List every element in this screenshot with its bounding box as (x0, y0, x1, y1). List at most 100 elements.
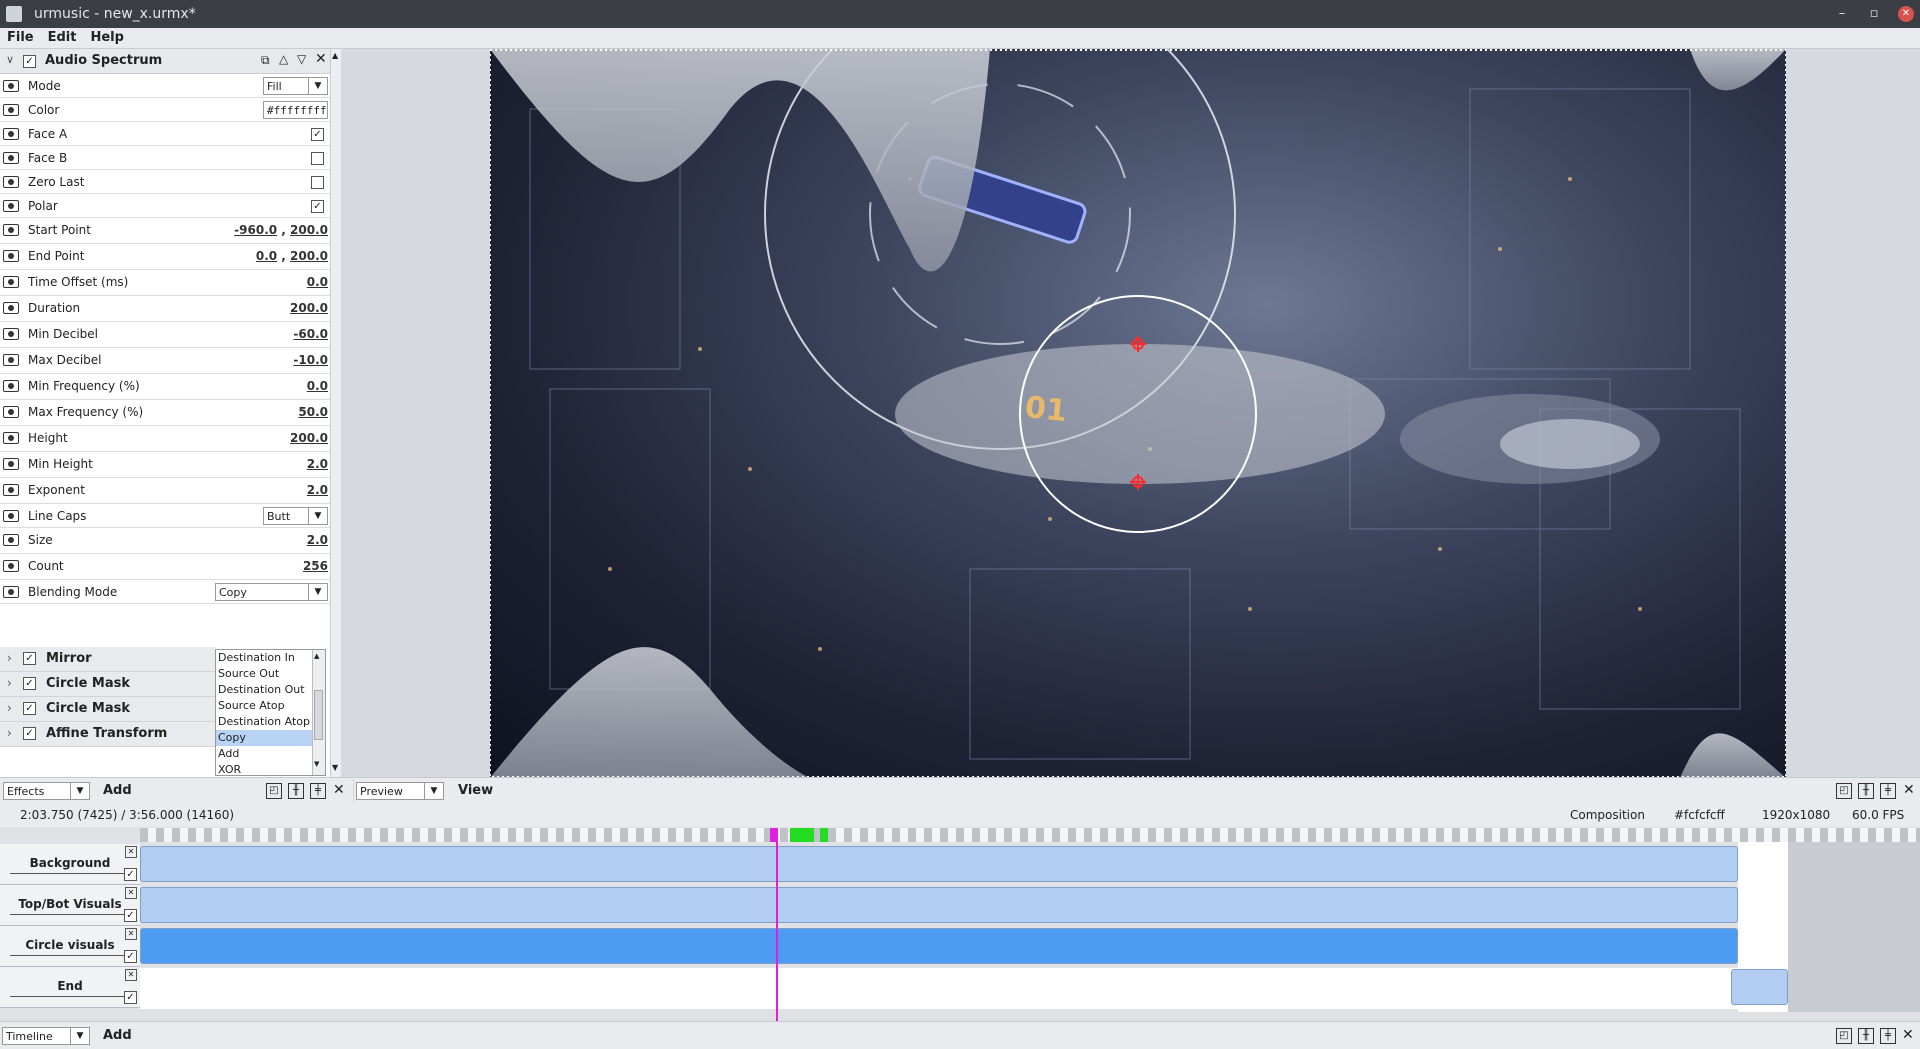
dropdown-scroll-thumb[interactable] (314, 690, 323, 740)
view-menu-button[interactable]: View (458, 783, 493, 798)
property-checkbox[interactable] (311, 152, 324, 165)
effects-scrollbar[interactable]: ▲ ▼ (330, 49, 341, 777)
sub-effect-checkbox[interactable]: ✓ (23, 677, 36, 690)
scroll-up-icon[interactable]: ▲ (314, 652, 319, 660)
keyframe-icon[interactable] (3, 128, 19, 140)
track-enabled-checkbox[interactable]: ✓ (124, 950, 137, 963)
close-track-icon[interactable]: ✕ (125, 887, 137, 899)
panel-dock-icon[interactable]: ◰ (266, 783, 282, 799)
keyframe-icon[interactable] (3, 586, 19, 598)
track-enabled-checkbox[interactable]: ✓ (124, 991, 137, 1004)
blend-mode-dropdown-list[interactable]: Destination In Source Out Destination Out S… (215, 649, 326, 776)
timeline-clip[interactable] (1731, 969, 1788, 1005)
timeline-dropdown[interactable]: Timeline ▼ (2, 1027, 90, 1045)
preview-dropdown[interactable]: Preview ▼ (356, 782, 444, 800)
keyframe-icon[interactable] (3, 200, 19, 212)
blend-option[interactable]: Destination Out (216, 682, 325, 698)
composition-label[interactable]: Composition (1570, 808, 1645, 822)
close-track-icon[interactable]: ✕ (125, 928, 137, 940)
track-enabled-checkbox[interactable]: ✓ (124, 868, 137, 881)
sub-effect-row[interactable]: › ✓ Circle Mask (0, 672, 215, 697)
move-up-icon[interactable]: △ (279, 52, 288, 66)
property-value-field[interactable]: -60.0 (293, 327, 328, 341)
property-checkbox[interactable]: ✓ (311, 128, 324, 141)
blend-option[interactable]: Source Out (216, 666, 325, 682)
property-dropdown[interactable]: Butt ▼ (263, 507, 328, 525)
keyframe-icon[interactable] (3, 534, 19, 546)
point-y-field[interactable]: 200.0 (290, 223, 328, 237)
property-value-field[interactable]: 0.0 (307, 275, 328, 289)
point-x-field[interactable]: 0.0 (256, 249, 277, 263)
effects-dropdown[interactable]: Effects ▼ (3, 782, 90, 800)
scroll-down-icon[interactable]: ▼ (332, 763, 338, 772)
property-value-field[interactable]: 0.0 (307, 379, 328, 393)
property-value-field[interactable]: 2.0 (307, 457, 328, 471)
remove-effect-icon[interactable]: ✕ (315, 51, 327, 67)
close-track-icon[interactable]: ✕ (125, 969, 137, 981)
composition-fps[interactable]: 60.0 FPS (1852, 808, 1904, 822)
panel-close-icon[interactable]: ✕ (333, 782, 345, 798)
maximize-icon[interactable]: ▫ (1866, 6, 1882, 22)
keyframe-icon[interactable] (3, 380, 19, 392)
color-field[interactable]: #ffffffff (263, 101, 328, 119)
panel-split-h-icon[interactable]: ╫ (1858, 783, 1874, 799)
sub-effect-checkbox[interactable]: ✓ (23, 727, 36, 740)
property-value-field[interactable]: 50.0 (298, 405, 328, 419)
keyframe-icon[interactable] (3, 328, 19, 340)
panel-split-h-icon[interactable]: ╫ (288, 783, 304, 799)
add-track-button[interactable]: Add (103, 1028, 132, 1043)
close-track-icon[interactable]: ✕ (125, 846, 137, 858)
keyframe-icon[interactable] (3, 354, 19, 366)
track-header[interactable]: Circle visuals ✕ ✓ (0, 926, 140, 967)
keyframe-icon[interactable] (3, 560, 19, 572)
keyframe-icon[interactable] (3, 302, 19, 314)
keyframe-icon[interactable] (3, 176, 19, 188)
keyframe-icon[interactable] (3, 432, 19, 444)
track-header[interactable]: Top/Bot Visuals ✕ ✓ (0, 885, 140, 926)
keyframe-icon[interactable] (3, 152, 19, 164)
blend-option[interactable]: Destination Atop (216, 714, 325, 730)
expand-icon[interactable]: › (7, 701, 12, 715)
keyframe-icon[interactable] (3, 510, 19, 522)
timeline-clip[interactable] (140, 928, 1738, 964)
composition-color[interactable]: #fcfcfcff (1674, 808, 1725, 822)
duplicate-icon[interactable]: ⧉ (261, 53, 270, 68)
marker-green[interactable] (790, 828, 814, 842)
sub-effect-row[interactable]: › ✓ Circle Mask (0, 697, 215, 722)
panel-dock-icon[interactable]: ◰ (1836, 783, 1852, 799)
panel-split-v-icon[interactable]: ╪ (1880, 1028, 1896, 1044)
property-dropdown[interactable]: Fill ▼ (263, 77, 328, 95)
scroll-down-icon[interactable]: ▼ (314, 760, 319, 768)
sub-effect-row[interactable]: › ✓ Affine Transform (0, 722, 215, 747)
panel-close-icon[interactable]: ✕ (1902, 1027, 1914, 1043)
panel-split-h-icon[interactable]: ╫ (1858, 1028, 1874, 1044)
blend-option[interactable]: Add (216, 746, 325, 762)
time-ruler[interactable] (140, 828, 1920, 842)
panel-split-v-icon[interactable]: ╪ (310, 783, 326, 799)
property-value-field[interactable]: 200.0 (290, 301, 328, 315)
point-x-field[interactable]: -960.0 (234, 223, 277, 237)
sub-effect-checkbox[interactable]: ✓ (23, 702, 36, 715)
keyframe-icon[interactable] (3, 458, 19, 470)
preview-canvas[interactable]: 01 (490, 49, 1786, 778)
collapse-icon[interactable]: ∨ (6, 53, 14, 66)
playhead-line[interactable] (776, 828, 778, 1024)
dropdown-scrollbar[interactable]: ▲ ▼ (312, 650, 325, 775)
keyframe-icon[interactable] (3, 104, 19, 116)
move-down-icon[interactable]: ▽ (297, 52, 306, 66)
expand-icon[interactable]: › (7, 726, 12, 740)
property-value-field[interactable]: 200.0 (290, 431, 328, 445)
keyframe-icon[interactable] (3, 484, 19, 496)
keyframe-icon[interactable] (3, 80, 19, 92)
blend-option[interactable]: XOR (216, 762, 325, 778)
property-value-field[interactable]: 2.0 (307, 533, 328, 547)
point-y-field[interactable]: 200.0 (290, 249, 328, 263)
property-checkbox[interactable]: ✓ (311, 200, 324, 213)
blend-option[interactable]: Destination In (216, 650, 325, 666)
property-value-field[interactable]: 256 (303, 559, 328, 573)
keyframe-icon[interactable] (3, 250, 19, 262)
menu-help[interactable]: Help (83, 28, 130, 47)
expand-icon[interactable]: › (7, 676, 12, 690)
sub-effect-row[interactable]: › ✓ Mirror (0, 647, 215, 672)
marker-green[interactable] (820, 828, 828, 842)
